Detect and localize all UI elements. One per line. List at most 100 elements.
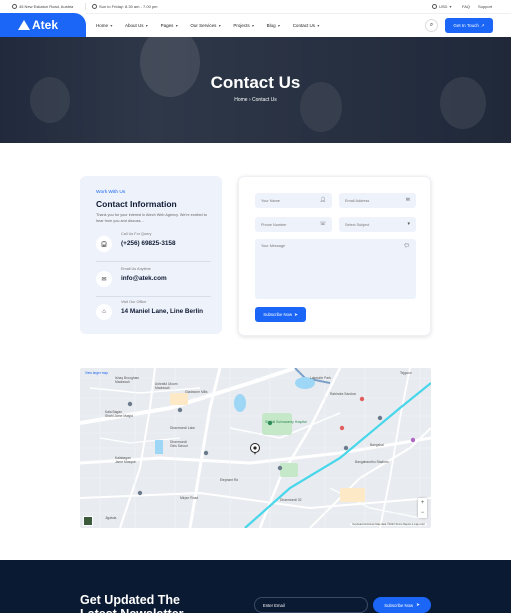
- address-info: 45 New Eskaton Road, Austria: [12, 4, 73, 9]
- map-marker: [250, 443, 260, 455]
- currency-select[interactable]: USD ▾: [432, 4, 451, 9]
- clock-icon: [92, 4, 97, 9]
- zoom-out-button[interactable]: −: [418, 508, 427, 518]
- logo[interactable]: Atek: [0, 13, 86, 37]
- chevron-down-icon: ▾: [110, 23, 113, 28]
- info-label: Email Us Anytime: [121, 267, 151, 271]
- map-label: Ishaq Brougham Madrasah: [115, 376, 140, 384]
- name-field[interactable]: Your Name 👤︎: [255, 193, 332, 208]
- nav-item-home[interactable]: Home ▾: [96, 23, 112, 28]
- chevron-down-icon: ▾: [277, 23, 280, 28]
- location-map[interactable]: View larger map Ishaq Brougham Madrasah …: [80, 368, 431, 528]
- map-label: Shahid Suhrawardy Hospital: [265, 420, 307, 424]
- email-field[interactable]: Email Address ✉︎: [339, 193, 416, 208]
- nav-label: Blog: [266, 23, 276, 28]
- breadcrumb-separator: ›: [248, 97, 251, 103]
- map-label: Kalabagan Jame Mosque: [115, 456, 136, 464]
- map-label: Dhanmondi 32: [280, 498, 302, 502]
- map-attribution: Keyboard shortcuts Map data ©2024 Terms …: [350, 523, 427, 526]
- main-nav: Home ▾ About Us ▾ Pages ▾ Our Services ▾ Pro…: [96, 23, 319, 28]
- zoom-in-button[interactable]: +: [418, 498, 427, 508]
- nav-item-projects[interactable]: Projects ▾: [233, 23, 253, 28]
- brand-name: Atek: [32, 18, 59, 32]
- email-placeholder: Email Address: [345, 198, 370, 203]
- chevron-down-icon: ▾: [449, 4, 452, 9]
- section-description: Thank you for your interest in Atech Web…: [96, 213, 207, 223]
- phone-number[interactable]: (+256) 69825-3158: [121, 240, 176, 247]
- send-icon: ➤: [416, 602, 420, 607]
- headphones-icon: 🎧︎: [96, 236, 112, 252]
- building-icon: ⌂: [96, 304, 112, 320]
- info-row-phone: 🎧︎ Call Us For Query (+256) 69825-3158: [96, 228, 211, 262]
- map-roads: [80, 368, 431, 528]
- contact-info-card: Work With Us Contact Information Thank y…: [80, 176, 222, 334]
- map-label: Rabindra Sarobar: [330, 392, 357, 396]
- send-icon: ➤: [294, 311, 298, 317]
- info-label: Visit Our Office: [121, 300, 147, 304]
- newsletter-subscribe-button[interactable]: Subscribe Now ➤: [373, 597, 431, 613]
- divider: [85, 3, 86, 10]
- newsletter-subscribe-label: Subscribe Now: [384, 602, 414, 608]
- map-label: Gladstone Mills: [185, 390, 208, 394]
- logo-triangle-icon: [18, 20, 30, 30]
- map-label: Bangabandhu Stadium: [355, 460, 389, 464]
- map-pin-icon: [12, 4, 17, 9]
- map-zoom-control: + −: [418, 498, 427, 518]
- nav-item-contact[interactable]: Contact Us ▾: [293, 23, 319, 28]
- nav-item-pages[interactable]: Pages ▾: [161, 23, 178, 28]
- message-textarea[interactable]: Your Message 💬︎: [255, 239, 416, 299]
- subscribe-label: Subscribe Now: [263, 312, 293, 317]
- divider: [96, 261, 211, 262]
- nav-item-services[interactable]: Our Services ▾: [190, 23, 220, 28]
- info-row-email: ✉︎ Email Us Anytime info@atek.com: [96, 263, 211, 297]
- phone-icon: ☏: [319, 221, 326, 227]
- breadcrumb-home[interactable]: Home: [234, 97, 247, 103]
- top-bar: 45 New Eskaton Road, Austria Sun to Frid…: [0, 0, 511, 13]
- newsletter-email-input[interactable]: Enter Email: [254, 597, 368, 613]
- chevron-down-icon: ▾: [175, 23, 178, 28]
- contact-form: Your Name 👤︎ Email Address ✉︎ Phone Numb…: [238, 176, 431, 336]
- nav-label: Our Services: [190, 23, 217, 28]
- map-label: Jigatola: [105, 516, 117, 520]
- map-label: Elephant Rd: [220, 478, 239, 482]
- page-hero: Contact Us Home › Contact Us: [0, 37, 511, 143]
- subject-placeholder: Select Subject: [345, 222, 370, 227]
- hours-info: Sun to Friday: 8.30 am - 7.00 pm: [92, 4, 157, 9]
- subject-select[interactable]: Select Subject ▾: [339, 217, 416, 232]
- nav-label: Contact Us: [292, 23, 315, 28]
- nav-item-about[interactable]: About Us ▾: [125, 23, 148, 28]
- map-label: Mirpur Road: [180, 496, 199, 500]
- map-label: Bangshal: [370, 443, 384, 447]
- search-button[interactable]: ⌕: [425, 19, 438, 32]
- nav-label: Home: [96, 23, 109, 28]
- phone-field[interactable]: Phone Number ☏: [255, 217, 332, 232]
- faq-link[interactable]: FAQ: [462, 4, 470, 9]
- map-label: Dhanmondi Girls School: [170, 440, 188, 448]
- nav-label: Projects: [233, 23, 250, 28]
- breadcrumb: Home › Contact Us: [0, 97, 511, 103]
- page-title: Contact Us: [210, 73, 301, 92]
- user-icon: 👤︎: [319, 197, 326, 203]
- email-address[interactable]: info@atek.com: [121, 275, 167, 282]
- chevron-down-icon: ▾: [407, 221, 410, 227]
- newsletter-title: Get Updated The Latest Newsletter: [80, 593, 184, 613]
- info-row-office: ⌂ Visit Our Office 14 Maniel Lane, Line …: [96, 296, 211, 330]
- map-layer-toggle[interactable]: [83, 516, 93, 526]
- get-in-touch-button[interactable]: Get In Touch ↗: [445, 18, 493, 33]
- envelope-icon: ✉︎: [96, 271, 112, 287]
- office-address: 14 Maniel Lane, Line Berlin: [121, 308, 204, 315]
- chevron-down-icon: ▾: [145, 23, 148, 28]
- chevron-down-icon: ▾: [218, 23, 221, 28]
- name-placeholder: Your Name: [261, 198, 280, 203]
- chevron-down-icon: ▾: [316, 23, 319, 28]
- message-placeholder: Your Message: [261, 244, 286, 248]
- nav-item-blog[interactable]: Blog ▾: [267, 23, 280, 28]
- newsletter-email-placeholder: Enter Email: [263, 602, 285, 608]
- arrow-up-right-icon: ↗: [480, 22, 485, 28]
- nav-label: Pages: [160, 23, 174, 28]
- view-larger-map-link[interactable]: View larger map: [85, 371, 108, 375]
- subscribe-button[interactable]: Subscribe Now ➤: [255, 307, 306, 322]
- hours-text: Sun to Friday: 8.30 am - 7.00 pm: [99, 4, 158, 9]
- address-text: 45 New Eskaton Road, Austria: [19, 4, 74, 9]
- support-link[interactable]: Support: [478, 4, 492, 9]
